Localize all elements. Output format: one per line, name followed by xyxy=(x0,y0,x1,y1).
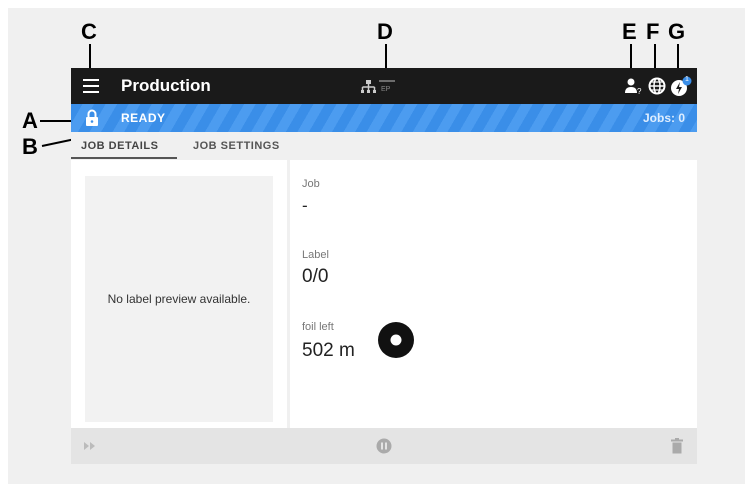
callout-g: G xyxy=(668,19,686,44)
tab-bar: JOB DETAILS JOB SETTINGS xyxy=(71,132,697,160)
job-label: Job xyxy=(302,178,320,190)
page-title: Production xyxy=(121,76,211,95)
callout-g-line xyxy=(677,44,679,68)
tab-job-details[interactable]: JOB DETAILS xyxy=(81,140,158,152)
callout-b: B xyxy=(22,134,38,159)
user-icon[interactable]: ? xyxy=(623,76,643,96)
callout-c-line xyxy=(89,44,91,68)
hamburger-menu-icon[interactable] xyxy=(83,79,99,93)
trash-icon[interactable] xyxy=(671,438,683,459)
label-count-label: Label xyxy=(302,249,329,261)
svg-text:EP: EP xyxy=(381,86,391,93)
bottom-action-bar xyxy=(71,428,697,464)
callout-c: C xyxy=(81,19,97,44)
lightning-icon[interactable]: 1 xyxy=(669,76,692,96)
label-count-value: 0/0 xyxy=(302,266,329,287)
notification-count-badge: 1 xyxy=(685,76,689,83)
globe-icon[interactable] xyxy=(647,76,667,96)
lock-icon[interactable] xyxy=(85,109,99,127)
foil-roll-icon xyxy=(378,322,414,358)
tab-job-settings[interactable]: JOB SETTINGS xyxy=(193,140,280,152)
jobs-count: Jobs: 0 xyxy=(642,111,685,125)
callout-d: D xyxy=(377,19,393,44)
foil-left-label: foil left xyxy=(302,321,334,333)
label-preview-area: No label preview available. xyxy=(85,176,273,422)
no-preview-message: No label preview available. xyxy=(107,292,251,306)
callout-e: E xyxy=(622,19,637,44)
label-preview-panel: No label preview available. xyxy=(71,160,287,428)
active-tab-indicator xyxy=(71,157,177,159)
callout-f-line xyxy=(654,44,656,68)
network-ep-icon[interactable]: EP xyxy=(361,78,401,96)
callout-d-line xyxy=(385,44,387,68)
callout-a: A xyxy=(22,108,38,133)
job-value: - xyxy=(302,196,308,215)
printer-status-text: READY xyxy=(121,111,166,125)
status-bar: READY Jobs: 0 xyxy=(71,104,697,132)
svg-text:?: ? xyxy=(637,87,642,96)
job-details-panel: Job - Label 0/0 foil left 502 m xyxy=(290,160,697,428)
fast-forward-icon[interactable] xyxy=(83,439,97,457)
pause-icon[interactable] xyxy=(376,438,392,459)
foil-left-value: 502 m xyxy=(302,340,355,361)
callout-e-line xyxy=(630,44,632,68)
callout-f: F xyxy=(646,19,660,44)
top-app-bar: Production EP ? 1 xyxy=(71,68,697,104)
